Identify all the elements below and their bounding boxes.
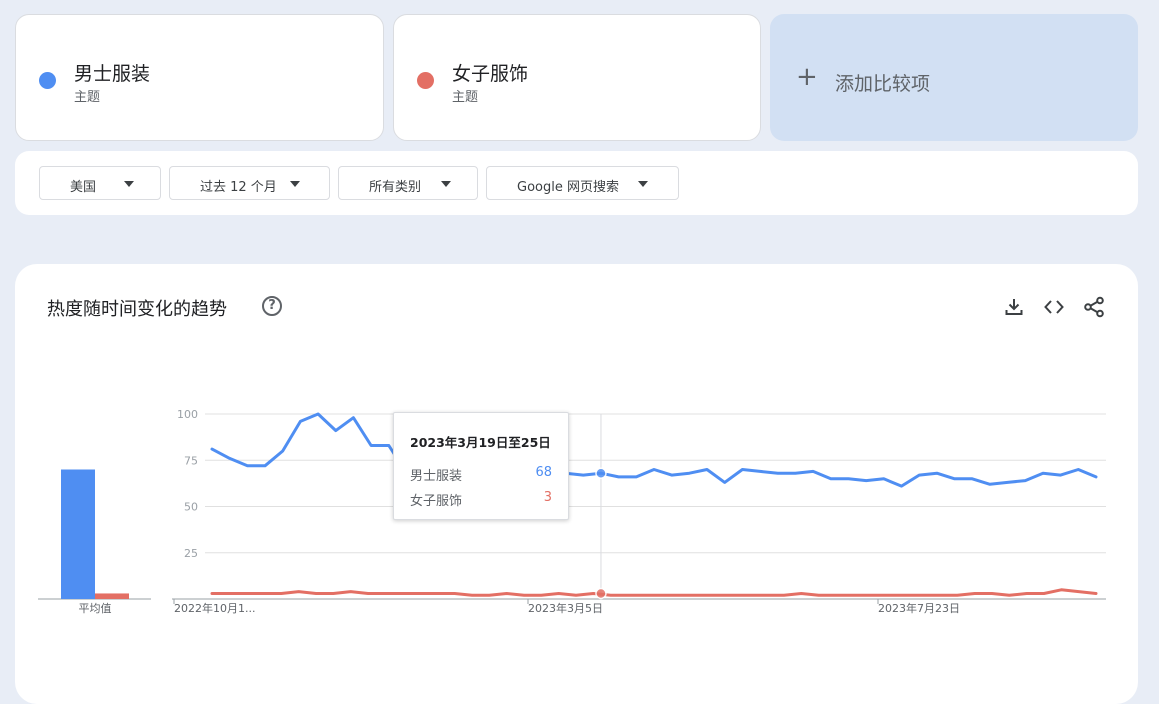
search-type-dropdown[interactable]: Google 网页搜索 xyxy=(486,166,679,200)
tooltip-series-value: 3 xyxy=(543,490,552,505)
caret-down-icon xyxy=(124,181,134,187)
tooltip-series-value: 68 xyxy=(535,465,552,480)
question-circle-icon[interactable]: ? xyxy=(262,296,282,316)
caret-down-icon xyxy=(290,181,300,187)
chart-tooltip: 2023年3月19日至25日 男士服装 68 女子服饰 3 xyxy=(393,412,569,520)
caret-down-icon xyxy=(441,181,451,187)
tooltip-date: 2023年3月19日至25日 xyxy=(410,435,551,450)
term-name: 男士服装 xyxy=(74,63,151,85)
add-comparison-button[interactable]: + 添加比较项 xyxy=(770,14,1138,141)
caret-down-icon xyxy=(638,181,648,187)
dropdown-value: 所有类别 xyxy=(369,180,422,195)
tooltip-series-label: 女子服饰 xyxy=(410,494,463,509)
download-icon[interactable] xyxy=(1003,296,1025,318)
series-color-dot xyxy=(417,72,434,89)
filter-bar: 美国 过去 12 个月 所有类别 Google 网页搜索 xyxy=(15,151,1138,215)
tooltip-series-label: 男士服装 xyxy=(410,469,463,484)
plus-icon: + xyxy=(796,62,818,92)
term-name: 女子服饰 xyxy=(452,63,529,85)
share-icon[interactable] xyxy=(1083,296,1105,318)
term-type: 主题 xyxy=(74,90,101,105)
series-color-dot xyxy=(39,72,56,89)
interest-over-time-panel: 热度随时间变化的趋势 ? xyxy=(15,264,1138,704)
term-type: 主题 xyxy=(452,90,479,105)
region-dropdown[interactable]: 美国 xyxy=(39,166,161,200)
term-card-1[interactable]: 男士服装 主题 xyxy=(15,14,384,141)
dropdown-value: 美国 xyxy=(70,180,97,195)
embed-code-icon[interactable] xyxy=(1043,296,1065,318)
dropdown-value: 过去 12 个月 xyxy=(200,180,277,195)
panel-title: 热度随时间变化的趋势 xyxy=(47,299,227,320)
term-card-2[interactable]: 女子服饰 主题 xyxy=(393,14,761,141)
category-dropdown[interactable]: 所有类别 xyxy=(338,166,478,200)
dropdown-value: Google 网页搜索 xyxy=(517,180,619,195)
time-range-dropdown[interactable]: 过去 12 个月 xyxy=(169,166,330,200)
add-comparison-label: 添加比较项 xyxy=(835,73,931,95)
